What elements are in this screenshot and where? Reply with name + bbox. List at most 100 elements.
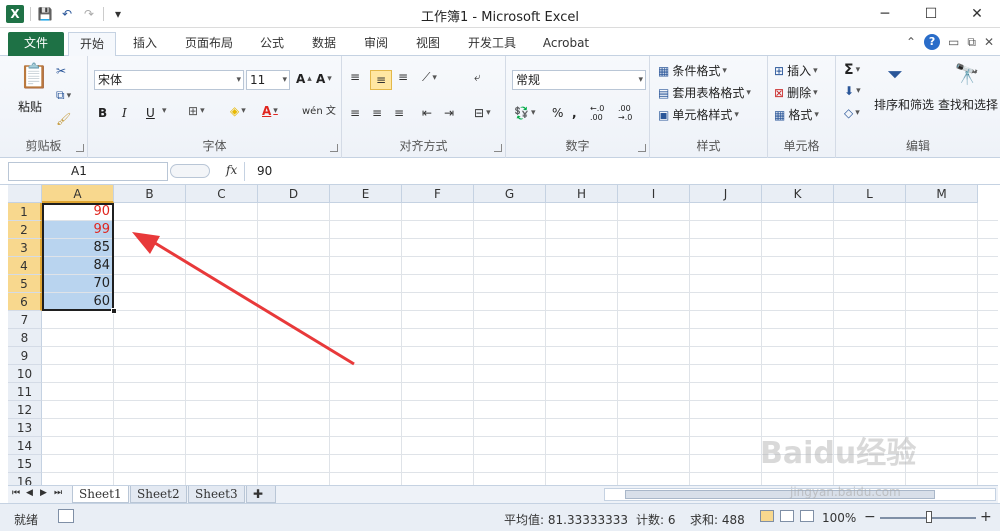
phonetic-icon[interactable]: wén 文 xyxy=(302,102,336,117)
decrease-indent-icon[interactable]: ⇤ xyxy=(422,106,432,120)
clipboard-launcher-icon[interactable] xyxy=(76,144,84,152)
find-select-label[interactable]: 查找和选择 xyxy=(938,96,998,113)
align-right-icon[interactable]: ≡ xyxy=(394,106,404,120)
help-icon[interactable]: ? xyxy=(924,34,941,50)
column-header-b[interactable]: B xyxy=(114,185,186,203)
accounting-format-icon[interactable]: 💱 ▾ xyxy=(514,106,535,120)
row-header-11[interactable]: 11 xyxy=(8,383,42,401)
align-left-icon[interactable]: ≡ xyxy=(350,106,360,120)
column-header-k[interactable]: K xyxy=(762,185,834,203)
binoculars-icon[interactable]: 🔭 xyxy=(954,62,980,86)
row-header-14[interactable]: 14 xyxy=(8,437,42,455)
tab-review[interactable]: 审阅 xyxy=(358,32,394,56)
close-workbook-icon[interactable]: ✕ xyxy=(984,35,994,49)
row-header-9[interactable]: 9 xyxy=(8,347,42,365)
cell-styles-button[interactable]: ▣ 单元格样式 ▾ xyxy=(658,106,739,123)
alignment-launcher-icon[interactable] xyxy=(494,144,502,152)
row-header-15[interactable]: 15 xyxy=(8,455,42,473)
row-header-4[interactable]: 4 xyxy=(8,257,42,275)
increase-decimal-button[interactable]: ←.0 .00 xyxy=(590,104,614,122)
zoom-level[interactable]: 100% xyxy=(822,511,856,525)
column-header-l[interactable]: L xyxy=(834,185,906,203)
percent-style-button[interactable]: % xyxy=(552,106,563,120)
delete-cells-button[interactable]: ⊠ 删除 ▾ xyxy=(774,84,818,101)
font-color-icon[interactable]: A ▾ xyxy=(262,104,278,118)
normal-view-icon[interactable] xyxy=(760,510,774,522)
align-center-icon[interactable]: ≡ xyxy=(372,106,382,120)
borders-icon[interactable]: ⊞ ▾ xyxy=(188,104,205,118)
column-header-j[interactable]: J xyxy=(690,185,762,203)
collapse-ribbon-icon[interactable]: ⌃ xyxy=(906,35,916,49)
decrease-decimal-button[interactable]: .00 →.0 xyxy=(618,104,642,122)
align-top-icon[interactable]: ≡ xyxy=(350,70,360,84)
last-sheet-icon[interactable]: ⏭ xyxy=(54,488,62,498)
name-box[interactable]: A1 xyxy=(8,162,168,181)
select-all-corner[interactable] xyxy=(8,185,42,203)
first-sheet-icon[interactable]: ⏮ xyxy=(12,488,20,498)
underline-button[interactable]: U xyxy=(146,106,155,120)
tab-developer[interactable]: 开发工具 xyxy=(462,32,522,56)
column-header-c[interactable]: C xyxy=(186,185,258,203)
restore-workbook-icon[interactable]: ⧉ xyxy=(967,35,976,50)
font-size-select[interactable]: 11 ▾ xyxy=(246,70,290,90)
row-header-10[interactable]: 10 xyxy=(8,365,42,383)
sort-filter-icon[interactable]: ⏷ xyxy=(882,62,908,86)
insert-function-button[interactable]: fx xyxy=(226,163,237,177)
row-header-13[interactable]: 13 xyxy=(8,419,42,437)
sort-filter-label[interactable]: 排序和筛选 xyxy=(874,96,934,113)
next-sheet-icon[interactable]: ▶ xyxy=(40,488,47,498)
close-button[interactable]: ✕ xyxy=(954,0,1000,28)
column-header-f[interactable]: F xyxy=(402,185,474,203)
row-header-12[interactable]: 12 xyxy=(8,401,42,419)
column-header-i[interactable]: I xyxy=(618,185,690,203)
copy-icon[interactable]: ⧉ ▾ xyxy=(56,88,71,103)
paste-button[interactable]: 📋 xyxy=(18,62,50,92)
sheet-tab-2[interactable]: Sheet2 xyxy=(130,486,187,503)
zoom-out-button[interactable]: − xyxy=(864,509,876,525)
column-header-g[interactable]: G xyxy=(474,185,546,203)
column-header-d[interactable]: D xyxy=(258,185,330,203)
paste-label[interactable]: 粘贴 xyxy=(18,98,42,115)
tab-acrobat[interactable]: Acrobat xyxy=(538,32,594,56)
page-break-view-icon[interactable] xyxy=(800,510,814,522)
number-launcher-icon[interactable] xyxy=(638,144,646,152)
align-bottom-icon[interactable]: ≡ xyxy=(398,70,408,84)
sheet-tab-1[interactable]: Sheet1 xyxy=(72,486,129,503)
tab-formulas[interactable]: 公式 xyxy=(254,32,290,56)
column-header-h[interactable]: H xyxy=(546,185,618,203)
italic-button[interactable]: I xyxy=(122,106,127,120)
insert-cells-button[interactable]: ⊞ 插入 ▾ xyxy=(774,62,818,79)
macro-record-icon[interactable] xyxy=(58,509,74,523)
tab-file[interactable]: 文件 xyxy=(8,32,64,56)
tab-view[interactable]: 视图 xyxy=(410,32,446,56)
increase-indent-icon[interactable]: ⇥ xyxy=(444,106,454,120)
fill-color-icon[interactable]: ◈ ▾ xyxy=(230,104,246,118)
orientation-icon[interactable]: ⟋ ▾ xyxy=(422,70,437,85)
formula-input[interactable]: 90 xyxy=(244,162,994,181)
row-header-1[interactable]: 1 xyxy=(8,203,42,221)
row-header-8[interactable]: 8 xyxy=(8,329,42,347)
zoom-slider-knob[interactable] xyxy=(926,511,932,523)
zoom-in-button[interactable]: + xyxy=(980,509,992,525)
number-format-select[interactable]: 常规 ▾ xyxy=(512,70,646,90)
fill-icon[interactable]: ⬇ ▾ xyxy=(844,84,861,98)
tab-data[interactable]: 数据 xyxy=(306,32,342,56)
minimize-workbook-icon[interactable]: ▭ xyxy=(948,35,959,49)
format-cells-button[interactable]: ▦ 格式 ▾ xyxy=(774,106,819,123)
row-header-5[interactable]: 5 xyxy=(8,275,42,293)
fill-handle[interactable] xyxy=(111,308,117,314)
font-launcher-icon[interactable] xyxy=(330,144,338,152)
row-header-3[interactable]: 3 xyxy=(8,239,42,257)
align-middle-icon[interactable]: ≡ xyxy=(370,70,392,90)
page-layout-view-icon[interactable] xyxy=(780,510,794,522)
underline-dropdown-icon[interactable]: ▾ xyxy=(160,106,167,116)
prev-sheet-icon[interactable]: ◀ xyxy=(26,488,33,498)
row-header-7[interactable]: 7 xyxy=(8,311,42,329)
tab-insert[interactable]: 插入 xyxy=(128,32,162,56)
autosum-button[interactable]: Σ ▾ xyxy=(844,62,860,78)
row-header-6[interactable]: 6 xyxy=(8,293,42,311)
column-header-e[interactable]: E xyxy=(330,185,402,203)
font-family-select[interactable]: 宋体 ▾ xyxy=(94,70,244,90)
merge-center-icon[interactable]: ⊟ ▾ xyxy=(474,106,491,120)
format-painter-icon[interactable]: 🖌 xyxy=(56,112,71,126)
